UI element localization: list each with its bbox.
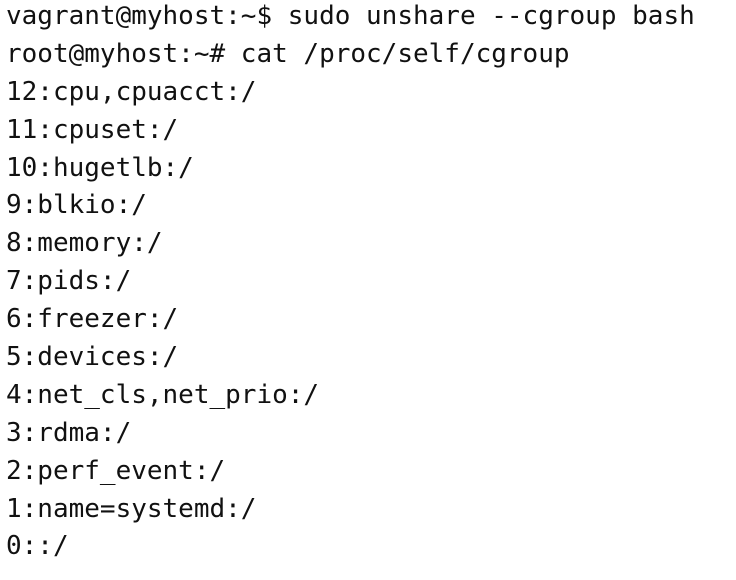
prompt-line-unshare: vagrant@myhost:~$ sudo unshare --cgroup … — [6, 1, 695, 31]
output-line: 4:net_cls,net_prio:/ — [6, 379, 320, 410]
output-line: 10:hugetlb:/ — [6, 152, 194, 183]
output-line: 6:freezer:/ — [6, 304, 179, 335]
output-line: 9:blkio:/ — [6, 190, 147, 221]
output-line: 2:perf_event:/ — [6, 455, 226, 486]
output-line: 12:cpu,cpuacct:/ — [6, 76, 257, 107]
output-line: 8:memory:/ — [6, 228, 163, 259]
output-line: 11:cpuset:/ — [6, 114, 179, 145]
terminal-output[interactable]: vagrant@myhost:~$ sudo unshare --cgroup … — [0, 0, 736, 578]
output-line: 7:pids:/ — [6, 266, 132, 297]
output-line: 3:rdma:/ — [6, 417, 132, 448]
output-line: 0::/ — [6, 531, 69, 562]
output-line: 1:name=systemd:/ — [6, 493, 257, 524]
output-line: 5:devices:/ — [6, 342, 179, 373]
prompt-line-cat: root@myhost:~# cat /proc/self/cgroup — [6, 38, 570, 69]
